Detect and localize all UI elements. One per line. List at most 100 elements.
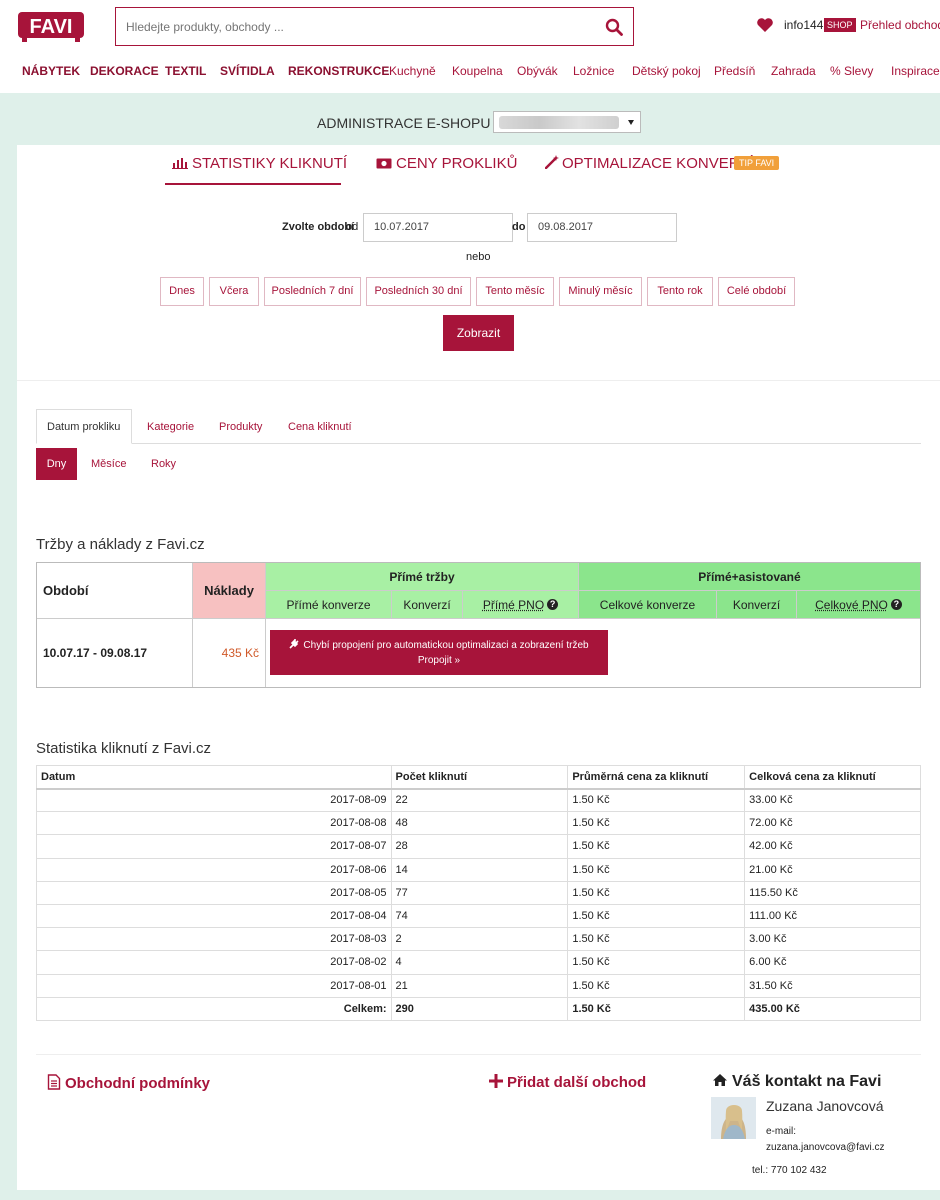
revenue-table: Období Náklady Přímé tržby Přímé+asistov…	[36, 562, 921, 688]
favi-logo[interactable]: FAVI	[18, 10, 84, 42]
show-button[interactable]: Zobrazit	[443, 315, 514, 351]
range-this-year-button[interactable]: Tento rok	[647, 277, 713, 306]
help-icon[interactable]: ?	[890, 599, 902, 610]
nav-item-bedroom[interactable]: Ložnice	[573, 64, 614, 78]
period-to-label: do	[512, 221, 526, 233]
table-header-row: Datum Počet kliknutí Průměrná cena za kl…	[36, 765, 921, 790]
nav-item-kids-room[interactable]: Dětský pokoj	[632, 64, 701, 78]
tab-conversion-optimization[interactable]: OPTIMALIZACE KONVERZÍ	[544, 155, 753, 172]
terms-link[interactable]: Obchodní podmínky	[47, 1074, 210, 1092]
cell-total-price: 31.50 Kč	[744, 973, 921, 998]
cell-avg-price: 1.50 Kč	[567, 787, 746, 813]
search-box[interactable]	[115, 7, 634, 46]
search-icon[interactable]	[605, 18, 623, 36]
nav-item-bathroom[interactable]: Koupelna	[452, 64, 503, 78]
cell-date: 2017-08-07	[36, 834, 392, 859]
period-label: Zvolte období	[282, 221, 355, 233]
date-from-input[interactable]: 10.07.2017	[363, 213, 513, 242]
connect-alert[interactable]: Chybí propojení pro automatickou optimal…	[270, 630, 608, 675]
tab-click-stats[interactable]: STATISTIKY KLIKNUTÍ	[172, 155, 347, 172]
cell-total-price: 3.00 Kč	[744, 927, 921, 952]
header-avg-price: Průměrná cena za kliknutí	[567, 765, 746, 790]
revenue-sub-total-pno[interactable]: Celkové PNO ?	[797, 591, 920, 619]
divider	[17, 380, 940, 381]
revenue-sub-total-conversions: Celkové konverze	[578, 591, 717, 619]
range-last-month-button[interactable]: Minulý měsíc	[559, 277, 642, 306]
subtab-category[interactable]: Kategorie	[147, 421, 194, 433]
connect-link[interactable]: Propojit »	[270, 653, 608, 668]
revenue-title: Tržby a náklady z Favi.cz	[36, 536, 205, 553]
cell-date: 2017-08-06	[36, 857, 392, 882]
range-this-month-button[interactable]: Tento měsíc	[476, 277, 554, 306]
table-row: 2017-08-08 48 1.50 Kč 72.00 Kč	[36, 811, 921, 836]
tab-click-prices[interactable]: CENY PROKLIKŮ	[376, 155, 517, 172]
cell-date: 2017-08-03	[36, 927, 392, 952]
user-name[interactable]: info144	[784, 18, 823, 32]
range-all-time-button[interactable]: Celé období	[718, 277, 795, 306]
cell-total-avg-price: 1.50 Kč	[567, 996, 746, 1021]
table-row: 2017-08-02 4 1.50 Kč 6.00 Kč	[36, 950, 921, 975]
add-shop-link[interactable]: Přidat další obchod	[489, 1074, 646, 1091]
subtab-click-date[interactable]: Datum prokliku	[47, 421, 120, 433]
range-today-button[interactable]: Dnes	[160, 277, 204, 306]
shop-badge: SHOP	[824, 18, 856, 32]
nav-item-hallway[interactable]: Předsíň	[714, 64, 755, 78]
nav-item-decoration[interactable]: DEKORACE	[90, 64, 159, 78]
nav-item-kitchen[interactable]: Kuchyně	[389, 64, 436, 78]
nav-item-sale[interactable]: % Slevy	[830, 64, 873, 78]
or-label: nebo	[466, 251, 491, 263]
admin-title: ADMINISTRACE E-SHOPU	[317, 115, 491, 131]
granularity-months-button[interactable]: Měsíce	[91, 458, 126, 470]
tab-click-prices-label: CENY PROKLIKŮ	[396, 155, 518, 172]
cell-clicks: 14	[390, 857, 569, 882]
nav-item-furniture[interactable]: NÁBYTEK	[22, 64, 80, 78]
contact-title: Váš kontakt na Favi	[712, 1073, 881, 1091]
cell-clicks: 48	[390, 811, 569, 836]
svg-text:FAVI: FAVI	[30, 16, 73, 38]
cell-date: 2017-08-01	[36, 973, 392, 998]
active-tab-underline	[165, 183, 341, 185]
nav-item-living-room[interactable]: Obývák	[517, 64, 558, 78]
revenue-sub-conversions: Konverzí	[392, 591, 463, 619]
range-7-days-button[interactable]: Posledních 7 dní	[264, 277, 361, 306]
heart-icon[interactable]	[756, 17, 774, 33]
help-icon[interactable]: ?	[547, 599, 559, 610]
direct-pno-label: Přímé PNO	[482, 597, 545, 612]
period-from-label: od	[346, 221, 359, 233]
bar-chart-icon	[172, 158, 188, 169]
home-icon	[713, 1074, 727, 1086]
cell-avg-price: 1.50 Kč	[567, 950, 746, 975]
nav-item-inspiration[interactable]: Inspirace	[891, 64, 940, 78]
nav-item-textile[interactable]: TEXTIL	[165, 64, 206, 78]
tab-click-stats-label: STATISTIKY KLIKNUTÍ	[192, 155, 348, 172]
granularity-days-button[interactable]: Dny	[36, 448, 77, 480]
contact-phone: tel.: 770 102 432	[752, 1165, 827, 1176]
granularity-years-button[interactable]: Roky	[151, 458, 176, 470]
cell-avg-price: 1.50 Kč	[567, 834, 746, 859]
shop-select[interactable]	[493, 111, 641, 133]
total-pno-label: Celkové PNO	[815, 597, 888, 612]
cell-avg-price: 1.50 Kč	[567, 880, 746, 905]
nav-item-renovation[interactable]: REKONSTRUKCE	[288, 64, 389, 78]
site-header: FAVI info144 SHOP Přehled obchodu NÁBYTE…	[0, 0, 940, 93]
table-row: 2017-08-01 21 1.50 Kč 31.50 Kč	[36, 973, 921, 998]
header-total-price: Celková cena za kliknutí	[744, 765, 921, 790]
cell-date: 2017-08-09	[36, 787, 392, 813]
cell-date: 2017-08-02	[36, 950, 392, 975]
nav-item-garden[interactable]: Zahrada	[771, 64, 816, 78]
cell-total-price-sum: 435.00 Kč	[744, 996, 921, 1021]
subtab-products[interactable]: Produkty	[219, 421, 262, 433]
range-30-days-button[interactable]: Posledních 30 dní	[366, 277, 471, 306]
cell-date: 2017-08-05	[36, 880, 392, 905]
date-to-input[interactable]: 09.08.2017	[527, 213, 677, 242]
revenue-sub-direct-pno[interactable]: Přímé PNO ?	[463, 591, 578, 619]
contact-email[interactable]: zuzana.janovcova@favi.cz	[766, 1142, 885, 1153]
subtab-click-price[interactable]: Cena kliknutí	[288, 421, 352, 433]
shop-overview-link[interactable]: Přehled obchodu	[860, 18, 940, 32]
search-input[interactable]	[126, 8, 586, 45]
nav-item-lighting[interactable]: SVÍTIDLA	[220, 64, 275, 78]
cell-date: 2017-08-08	[36, 811, 392, 836]
cell-total-price: 111.00 Kč	[744, 903, 921, 929]
range-yesterday-button[interactable]: Včera	[209, 277, 259, 306]
revenue-sub-direct-conversions: Přímé konverze	[266, 591, 392, 619]
